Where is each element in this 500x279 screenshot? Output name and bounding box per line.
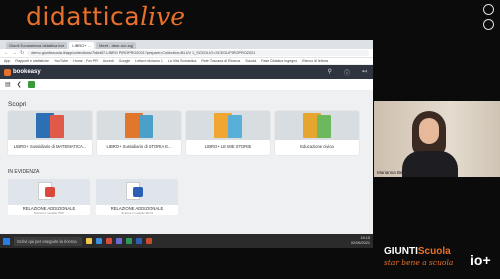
brand-part2: live [140,2,186,31]
giunti-scuola-logo: GIUNTIScuola star bene a scuola [384,246,474,276]
back-icon[interactable]: ← [4,50,9,56]
section-title: IN EVIDENZA [8,169,40,175]
video-frame: didattica live Giunti Ecosistema didattic… [0,0,500,279]
book-title: LIBRO+ Sussidiario di MATEMATICA... [13,144,87,149]
bookmark[interactable]: Letture diciamo 1 [135,59,163,63]
brand-part1: didattica [26,2,141,31]
giunti-wordmark: GIUNTI [384,246,418,257]
book-cover [275,111,359,140]
bookmark[interactable]: Rapporti e statistiche [15,59,49,63]
search-icon[interactable]: ⚲ [328,68,332,77]
presenter-name: Marianna Bernardini [377,170,418,175]
featured-subtitle: Scarica il modello PDF [33,211,65,215]
main-content: Scopri LIBRO+ Sussidiario di MATEMATICA.… [0,91,373,239]
collection-icon[interactable] [27,81,35,88]
bookmark[interactable]: Fase Didatica Ingegno [261,59,297,63]
featured-art [96,179,178,205]
forward-icon[interactable]: → [12,50,17,56]
edge-icon[interactable] [96,238,102,244]
featured-art [8,179,90,205]
book-icon [228,115,242,138]
giunti-tagline: star bene a scuola [384,258,454,267]
taskbar-clock[interactable]: 16:15 02/06/2021 [351,236,370,246]
reload-icon[interactable]: ↻ [20,50,24,56]
section-title: Scopri [8,101,27,108]
book-cover [186,111,270,140]
help-icon[interactable]: ⓘ [344,68,350,77]
bookmark[interactable]: YouTube [54,59,68,63]
bookmark[interactable]: Google [119,59,131,63]
collapse-icon[interactable]: ↤ [362,68,367,77]
didatticalive-logo: didattica live [26,2,185,38]
clock-date: 02/06/2021 [350,241,370,245]
app-header: bookeasy ⚲ ⓘ ↤ [0,65,373,79]
chrome-icon[interactable] [106,238,112,244]
bookmark[interactable]: Home - Fox PR [73,59,98,63]
share-icon[interactable]: ❮ [17,81,22,88]
top-right-icons [483,4,494,30]
bookeasy-logo[interactable]: bookeasy [4,68,41,76]
toolbar: ▤ ❮ [0,79,373,91]
teams-icon[interactable] [116,238,122,244]
book-title: Educazione civica [300,144,334,149]
app-name: bookeasy [13,69,41,75]
book-card[interactable]: LIBRO+ LE MIE STORIE [186,111,270,155]
featured-card[interactable]: RELAZIONE ADDIZIONALE Scarica il modello… [8,179,90,215]
bookmark[interactable]: La Vita Scolastica [168,59,197,63]
book-title: LIBRO+ LE MIE STORIE [204,144,252,149]
book-title: LIBRO+ Sussidiario di STORIA E... [106,144,172,149]
url-field[interactable]: demo.giuntiscuola.it/app/collections/7ld… [27,50,369,56]
bookmark[interactable]: App [4,59,10,63]
info-icon[interactable] [483,19,494,30]
taskbar-search[interactable]: Scrivi qui per eseguire la ricerca [14,236,82,246]
browser-tab[interactable]: Meet - dem-ocr-sqj [96,42,136,49]
webcam-feed: Marianna Bernardini [374,101,500,177]
book-icon [317,115,331,138]
browser-tab[interactable]: Giunti Ecosistema didattica live [6,42,68,49]
presenter-face [419,118,439,144]
word-icon [133,187,143,197]
browser-tab-bar: Giunti Ecosistema didattica live LIBRO+ … [0,40,373,49]
book-icon [139,115,153,138]
file-explorer-icon[interactable] [86,238,92,244]
scuola-wordmark: Scuola [417,246,451,257]
address-bar: ← → ↻ demo.giuntiscuola.it/app/collectio… [0,49,373,58]
book-icon [50,115,64,138]
bookmark[interactable]: Scuola [245,59,256,63]
taskbar-apps [86,238,152,244]
windows-taskbar: Scrivi qui per eseguire la ricerca 16:15… [0,234,373,248]
book-card[interactable]: LIBRO+ Sussidiario di STORIA E... [97,111,181,155]
bookmark[interactable]: Elenco di lettura [302,59,328,63]
shared-screen: Giunti Ecosistema didattica live LIBRO+ … [0,40,373,248]
library-icon[interactable]: ▤ [5,81,11,88]
logo-mark-icon [4,68,11,76]
scopri-list: LIBRO+ Sussidiario di MATEMATICA... LIBR… [8,111,365,155]
book-cover [97,111,181,140]
book-cover [8,111,92,140]
bookmarks-bar: App Rapporti e statistiche YouTube Home … [0,58,373,65]
powerpoint-icon[interactable] [146,238,152,244]
excel-icon[interactable] [126,238,132,244]
browser-tab-active[interactable]: LIBRO+ ... [69,42,95,49]
clock-icon[interactable] [483,4,494,15]
bookmark[interactable]: Accedi [103,59,114,63]
bookmark[interactable]: Rete Toscana di Ricerca [201,59,240,63]
word-app-icon[interactable] [136,238,142,244]
io-plus-logo: io+ [470,252,491,268]
book-card[interactable]: Educazione civica [275,111,359,155]
featured-card[interactable]: RELAZIONE ADDIZIONALE Scarica il modello… [96,179,178,215]
pdf-icon [45,187,55,197]
evidenza-list: RELAZIONE ADDIZIONALE Scarica il modello… [8,179,365,215]
featured-subtitle: Scarica il modello Word [121,211,153,215]
windows-start-icon[interactable] [3,237,10,245]
book-card[interactable]: LIBRO+ Sussidiario di MATEMATICA... [8,111,92,155]
